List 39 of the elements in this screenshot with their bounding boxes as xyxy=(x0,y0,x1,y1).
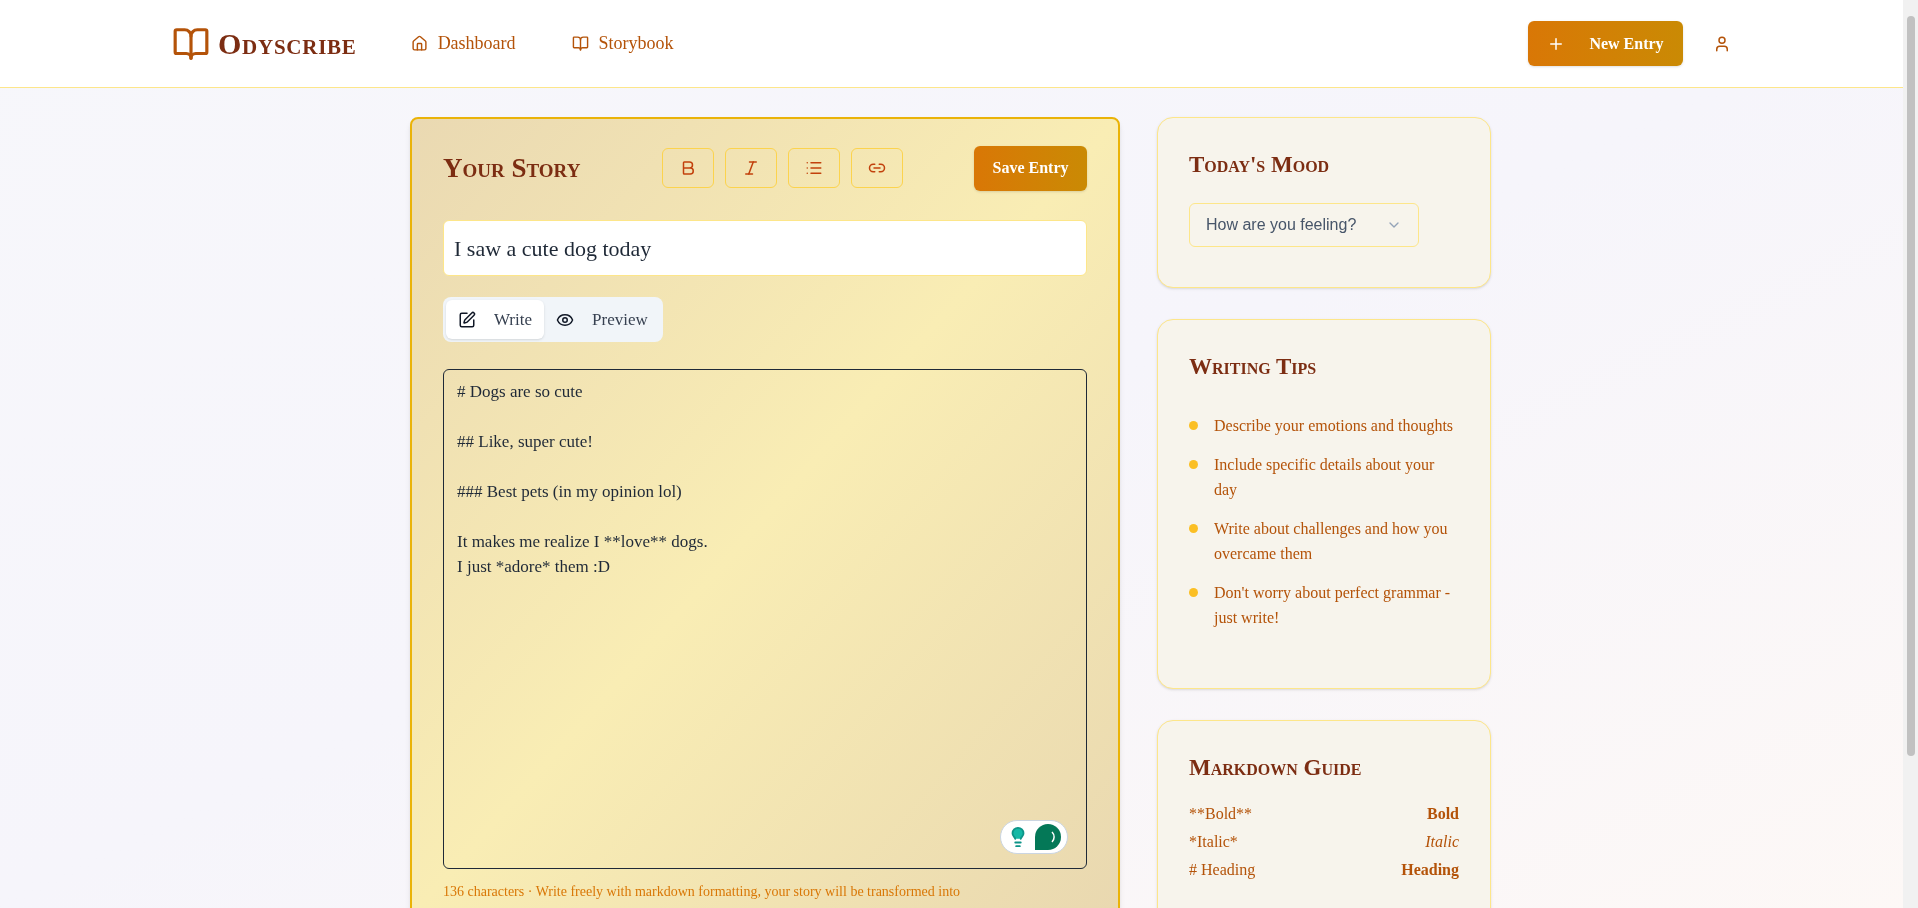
edit-icon xyxy=(458,310,476,329)
logo[interactable]: Odyscribe xyxy=(218,21,357,66)
tip-text: Include specific details about your day xyxy=(1214,454,1436,501)
assistant-widget[interactable] xyxy=(1000,820,1068,854)
nav-link[interactable]: Storybook xyxy=(571,30,674,57)
character-count-hint: 136 characters · Write freely with markdown formatting, your story will be transformed into xyxy=(443,883,962,901)
nav-link[interactable]: Dashboard xyxy=(410,30,516,57)
format-button[interactable] xyxy=(662,148,714,188)
mode-tab[interactable]: Write xyxy=(446,300,545,339)
markdown-result: Bold xyxy=(1427,803,1459,824)
home-icon xyxy=(410,35,428,52)
mode-tab[interactable]: Preview xyxy=(544,300,660,339)
mood-title: Today's Mood xyxy=(1189,151,1331,179)
italic-icon xyxy=(742,159,760,177)
markdown-syntax: # Heading xyxy=(1189,859,1256,880)
tips-title: Writing Tips xyxy=(1189,353,1318,381)
list-icon xyxy=(805,159,823,177)
bullet-icon xyxy=(1189,459,1198,469)
bullet-icon xyxy=(1189,420,1198,430)
book-icon xyxy=(571,35,589,52)
markdown-result: Heading xyxy=(1401,859,1459,880)
user-icon[interactable] xyxy=(1713,34,1731,53)
mood-select[interactable]: How are you feeling? xyxy=(1189,202,1419,247)
editor-title: Your Story xyxy=(443,151,582,185)
format-button[interactable] xyxy=(725,148,777,188)
bullet-icon xyxy=(1189,587,1198,597)
format-button[interactable] xyxy=(851,148,903,188)
tip-text: Don't worry about perfect grammar - just write! xyxy=(1214,582,1452,629)
tip-text: Write about challenges and how you overcame them xyxy=(1214,518,1449,564)
guide-title: Markdown Guide xyxy=(1189,754,1363,782)
tip-text: Describe your emotions and thoughts xyxy=(1214,415,1455,437)
assistant-icon xyxy=(1033,823,1062,851)
story-textarea[interactable]: # Dogs are so cute ## Like, super cute! ### Best pets (in my opinion lol) It makes me realize I **love** dogs. I just *adore* them :D xyxy=(443,369,1087,869)
markdown-result: Italic xyxy=(1425,831,1459,852)
bullet-icon xyxy=(1189,523,1198,533)
markdown-syntax: **Bold** xyxy=(1189,803,1253,824)
markdown-syntax: *Italic* xyxy=(1189,831,1238,852)
format-button[interactable] xyxy=(788,148,840,188)
entry-title-field[interactable]: I saw a cute dog today xyxy=(443,220,1087,276)
